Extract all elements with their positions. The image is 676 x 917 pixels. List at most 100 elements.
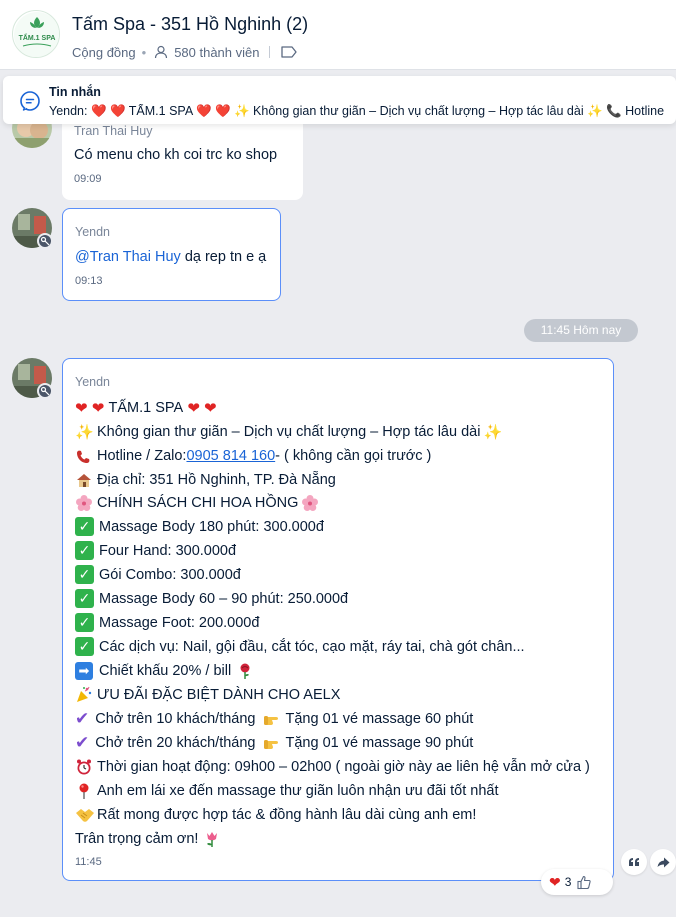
- message-line: ƯU ĐÃI ĐẶC BIỆT DÀNH CHO AELX: [75, 685, 340, 705]
- line-text: ƯU ĐÃI ĐẶC BIỆT DÀNH CHO AELX: [97, 687, 341, 703]
- check-mark-icon: ✓: [75, 637, 94, 656]
- line-text: Thời gian hoạt động: 09h00 – 02h00 ( ngo…: [97, 759, 590, 775]
- line-text: Tặng 01 vé massage 90 phút: [285, 735, 474, 751]
- group-avatar[interactable]: TẤM.1 SPA: [12, 10, 60, 58]
- heart-reaction-icon: ❤: [549, 873, 561, 890]
- message-line: CHÍNH SÁCH CHI HOA HỒNG: [75, 493, 323, 513]
- header-divider: [269, 46, 271, 58]
- line-text: Massage Body 180 phút: 300.000đ: [99, 518, 324, 535]
- reaction-summary[interactable]: ❤ 3: [541, 869, 613, 895]
- message-line: ✨ Không gian thư giãn – Dịch vụ chất lượ…: [75, 422, 505, 442]
- time-divider: 11:45 Hôm nay: [524, 319, 638, 342]
- message-line: Hotline / Zalo: 0905 814 160 - ( không c…: [75, 446, 431, 466]
- message-time: 09:13: [75, 275, 103, 287]
- quote-icon[interactable]: [621, 849, 647, 875]
- alarm-clock-icon: [75, 757, 97, 777]
- heart-icon: ❤ ❤: [75, 400, 109, 417]
- message-text: @Tran Thai Huy dạ rep tn e ạ: [75, 249, 266, 265]
- handshake-icon: [75, 805, 97, 825]
- thumbs-up-icon[interactable]: [577, 875, 592, 890]
- cherry-blossom-icon: [75, 493, 97, 513]
- right-arrow-icon: ➡: [75, 662, 93, 680]
- line-text: Massage Foot: 200.000đ: [99, 614, 260, 631]
- tag-icon[interactable]: [280, 43, 298, 61]
- check-mark-icon: ✓: [75, 589, 94, 608]
- message-time: 09:09: [74, 173, 102, 185]
- message-bubble[interactable]: Tran Thai Huy Có menu cho kh coi trc ko …: [62, 116, 303, 200]
- message-line: ✔ Chở trên 10 khách/tháng Tặng 01 vé mas…: [75, 709, 473, 729]
- line-text: TẤM.1 SPA: [108, 400, 184, 416]
- heavy-check-icon: ✔: [75, 733, 90, 752]
- message-line: Trân trọng cảm ơn!: [75, 829, 225, 849]
- message-bubble-icon: [19, 90, 41, 112]
- line-text: Trân trọng cảm ơn!: [75, 831, 199, 847]
- check-mark-icon: ✓: [75, 613, 94, 632]
- message-line: Địa chỉ: 351 Hồ Nghinh, TP. Đà Nẵng: [75, 470, 336, 490]
- message-line: ✓ Massage Foot: 200.000đ: [75, 613, 259, 632]
- house-icon: [75, 470, 97, 490]
- message-bubble[interactable]: Yendn @Tran Thai Huy dạ rep tn e ạ 09:13: [62, 208, 281, 301]
- message-line: Rất mong được hợp tác & đồng hành lâu dà…: [75, 805, 476, 825]
- pointing-hand-icon: [262, 733, 286, 753]
- message-line: ✔ Chở trên 20 khách/tháng Tặng 01 vé mas…: [75, 733, 473, 753]
- line-text: Hotline / Zalo:: [97, 448, 187, 464]
- line-text: Rất mong được hợp tác & đồng hành lâu dà…: [97, 807, 477, 823]
- sparkles-icon: ✨: [483, 424, 503, 441]
- pointing-hand-icon: [262, 709, 286, 729]
- tulip-icon: [203, 829, 225, 849]
- community-label: Cộng đồng: [72, 44, 136, 60]
- line-text: Không gian thư giãn – Dịch vụ chất lượng…: [97, 424, 481, 440]
- phone-link[interactable]: 0905 814 160: [186, 448, 275, 464]
- check-mark-icon: ✓: [75, 517, 94, 536]
- line-text: Các dịch vụ: Nail, gội đầu, cắt tóc, cạo…: [99, 638, 525, 655]
- line-text: Anh em lái xe đến massage thư giãn luôn …: [97, 783, 499, 799]
- message-line: ✓ Massage Body 60 – 90 phút: 250.000đ: [75, 589, 348, 608]
- message-line: ✓ Các dịch vụ: Nail, gội đầu, cắt tóc, c…: [75, 637, 525, 656]
- member-icon: [152, 43, 170, 61]
- line-text: CHÍNH SÁCH CHI HOA HỒNG: [97, 495, 299, 511]
- cherry-blossom-icon: [301, 493, 323, 513]
- message-text: Có menu cho kh coi trc ko shop: [74, 147, 278, 163]
- line-text: Chở trên 20 khách/tháng: [95, 735, 256, 751]
- sparkles-icon: ✨: [75, 424, 94, 441]
- heavy-check-icon: ✔: [75, 709, 90, 728]
- line-text: Gói Combo: 300.000đ: [99, 566, 241, 583]
- pinned-label: Tin nhắn: [49, 85, 101, 99]
- sender-name: Tran Thai Huy: [74, 124, 153, 138]
- member-count[interactable]: 580 thành viên: [174, 45, 259, 60]
- round-pushpin-icon: [75, 781, 97, 801]
- line-text: Massage Body 60 – 90 phút: 250.000đ: [99, 590, 349, 607]
- pinned-text: Yendn: ❤️ ❤️ TẤM.1 SPA ❤️ ❤️ ✨ Không gia…: [49, 104, 665, 118]
- message-text-rest: dạ rep tn e ạ: [180, 249, 267, 265]
- message-line: ❤ ❤ TẤM.1 SPA ❤ ❤: [75, 399, 217, 417]
- rose-icon: [236, 661, 258, 681]
- message-bubble[interactable]: Yendn ❤ ❤ TẤM.1 SPA ❤ ❤ ✨ Không gian thư…: [62, 358, 614, 881]
- group-title[interactable]: Tấm Spa - 351 Hồ Nghinh (2): [72, 14, 308, 35]
- reaction-count: 3: [564, 875, 572, 889]
- share-icon[interactable]: [650, 849, 676, 875]
- line-text: Four Hand: 300.000đ: [99, 542, 237, 559]
- message-line: Thời gian hoạt động: 09h00 – 02h00 ( ngo…: [75, 757, 590, 777]
- heart-icon: ❤ ❤: [183, 400, 217, 417]
- separator-dot: •: [141, 44, 147, 60]
- sender-name: Yendn: [75, 225, 110, 239]
- message-line: ✓ Gói Combo: 300.000đ: [75, 565, 241, 584]
- pinned-message-banner[interactable]: Tin nhắn Yendn: ❤️ ❤️ TẤM.1 SPA ❤️ ❤️ ✨ …: [3, 76, 676, 124]
- line-text: Chiết khấu 20% / bill: [99, 663, 232, 679]
- check-mark-icon: ✓: [75, 541, 94, 560]
- chat-header: TẤM.1 SPA Tấm Spa - 351 Hồ Nghinh (2) Cộ…: [0, 0, 676, 70]
- telephone-icon: [75, 446, 97, 466]
- party-popper-icon: [75, 685, 97, 705]
- line-text: Địa chỉ: 351 Hồ Nghinh, TP. Đà Nẵng: [97, 472, 336, 488]
- message-time: 11:45: [75, 856, 102, 868]
- message-line: ✓ Massage Body 180 phút: 300.000đ: [75, 517, 324, 536]
- message-line: ➡ Chiết khấu 20% / bill: [75, 661, 258, 681]
- key-icon: [37, 383, 53, 399]
- line-text: Chở trên 10 khách/tháng: [95, 711, 256, 727]
- message-line: ✓ Four Hand: 300.000đ: [75, 541, 236, 560]
- mention-link[interactable]: @Tran Thai Huy: [75, 249, 181, 265]
- message-line: Anh em lái xe đến massage thư giãn luôn …: [75, 781, 499, 801]
- line-text: - ( không cần gọi trước ): [275, 448, 432, 464]
- key-icon: [37, 233, 53, 249]
- group-subline: Cộng đồng • 580 thành viên: [72, 43, 302, 61]
